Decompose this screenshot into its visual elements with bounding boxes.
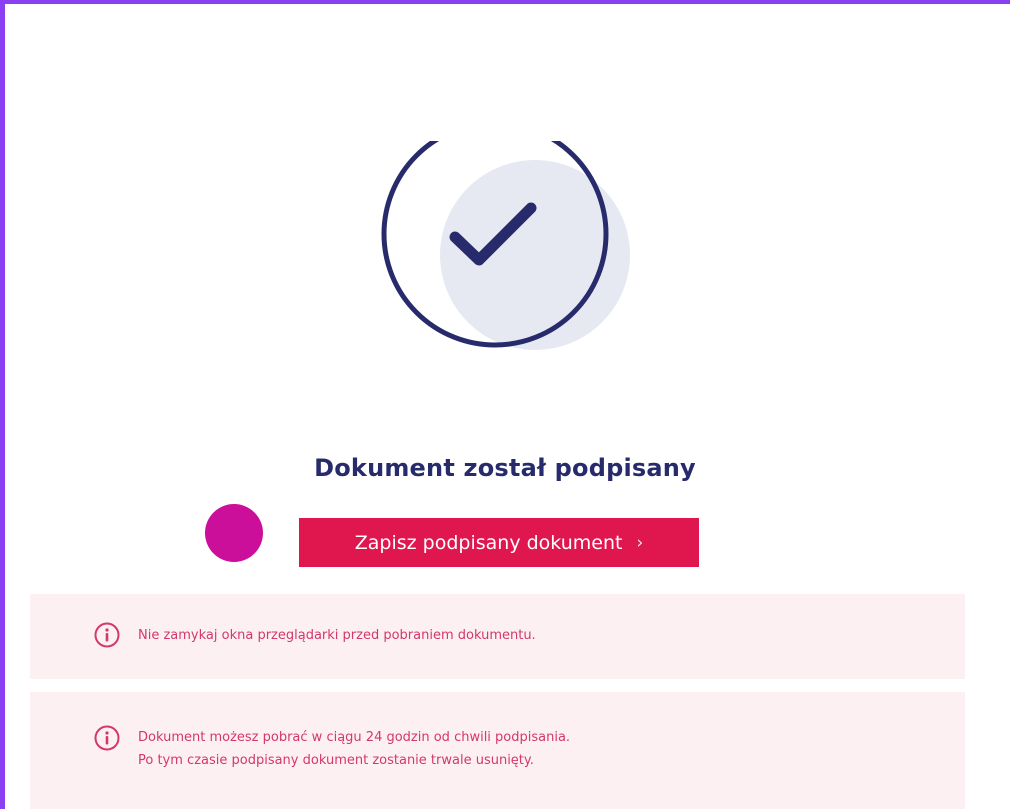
- success-check-icon: [381, 141, 637, 361]
- page-frame: Dokument został podpisany Zapisz podpisa…: [0, 0, 1010, 809]
- page-title: Dokument został podpisany: [314, 454, 696, 482]
- chevron-right-icon: ›: [636, 532, 644, 553]
- info-icon: [94, 725, 120, 751]
- notice-text: Dokument możesz pobrać w ciągu 24 godzin…: [138, 726, 570, 772]
- notice-download-deadline: Dokument możesz pobrać w ciągu 24 godzin…: [30, 692, 965, 809]
- notice-browser-window: Nie zamykaj okna przeglądarki przed pobr…: [30, 594, 965, 679]
- notice-line: Po tym czasie podpisany dokument zostani…: [138, 753, 534, 768]
- notice-line: Dokument możesz pobrać w ciągu 24 godzin…: [138, 730, 571, 745]
- notice-line: Nie zamykaj okna przeglądarki przed pobr…: [138, 628, 536, 643]
- notice-text: Nie zamykaj okna przeglądarki przed pobr…: [138, 624, 536, 647]
- cursor-indicator: [205, 504, 263, 562]
- info-icon: [94, 622, 120, 648]
- save-button-label: Zapisz podpisany dokument: [354, 531, 623, 554]
- save-signed-document-button[interactable]: Zapisz podpisany dokument ›: [299, 518, 699, 567]
